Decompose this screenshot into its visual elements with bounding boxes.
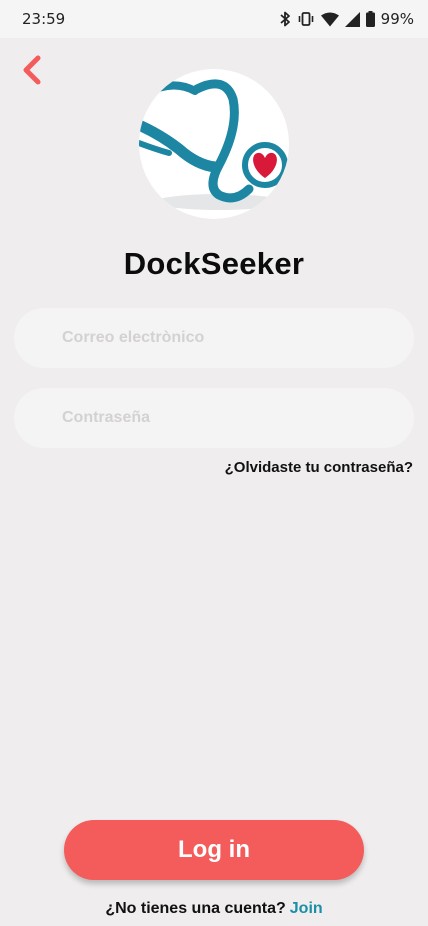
chevron-left-icon <box>23 55 41 85</box>
vibrate-icon <box>298 12 313 26</box>
join-link[interactable]: Join <box>290 900 323 917</box>
battery-icon <box>365 11 375 27</box>
app-title: DockSeeker <box>123 246 305 281</box>
back-button[interactable] <box>14 52 50 88</box>
password-field[interactable] <box>14 388 414 448</box>
status-bar: 23:59 99% <box>0 0 428 38</box>
signal-icon <box>344 11 360 27</box>
stethoscope-heart-icon <box>139 79 288 210</box>
bluetooth-icon <box>280 11 290 27</box>
email-field[interactable] <box>14 308 414 368</box>
status-icons: 99% <box>279 10 414 28</box>
no-account-text: ¿No tienes una cuenta? <box>105 900 286 917</box>
wifi-icon <box>320 12 339 26</box>
login-button[interactable]: Log in <box>64 820 364 880</box>
app-logo <box>139 69 289 219</box>
forgot-password-link[interactable]: ¿Olvidaste tu contraseña? <box>225 459 413 476</box>
battery-percentage: 99% <box>380 10 414 28</box>
status-time: 23:59 <box>22 10 66 28</box>
signup-row: ¿No tienes una cuenta? Join <box>0 900 428 918</box>
